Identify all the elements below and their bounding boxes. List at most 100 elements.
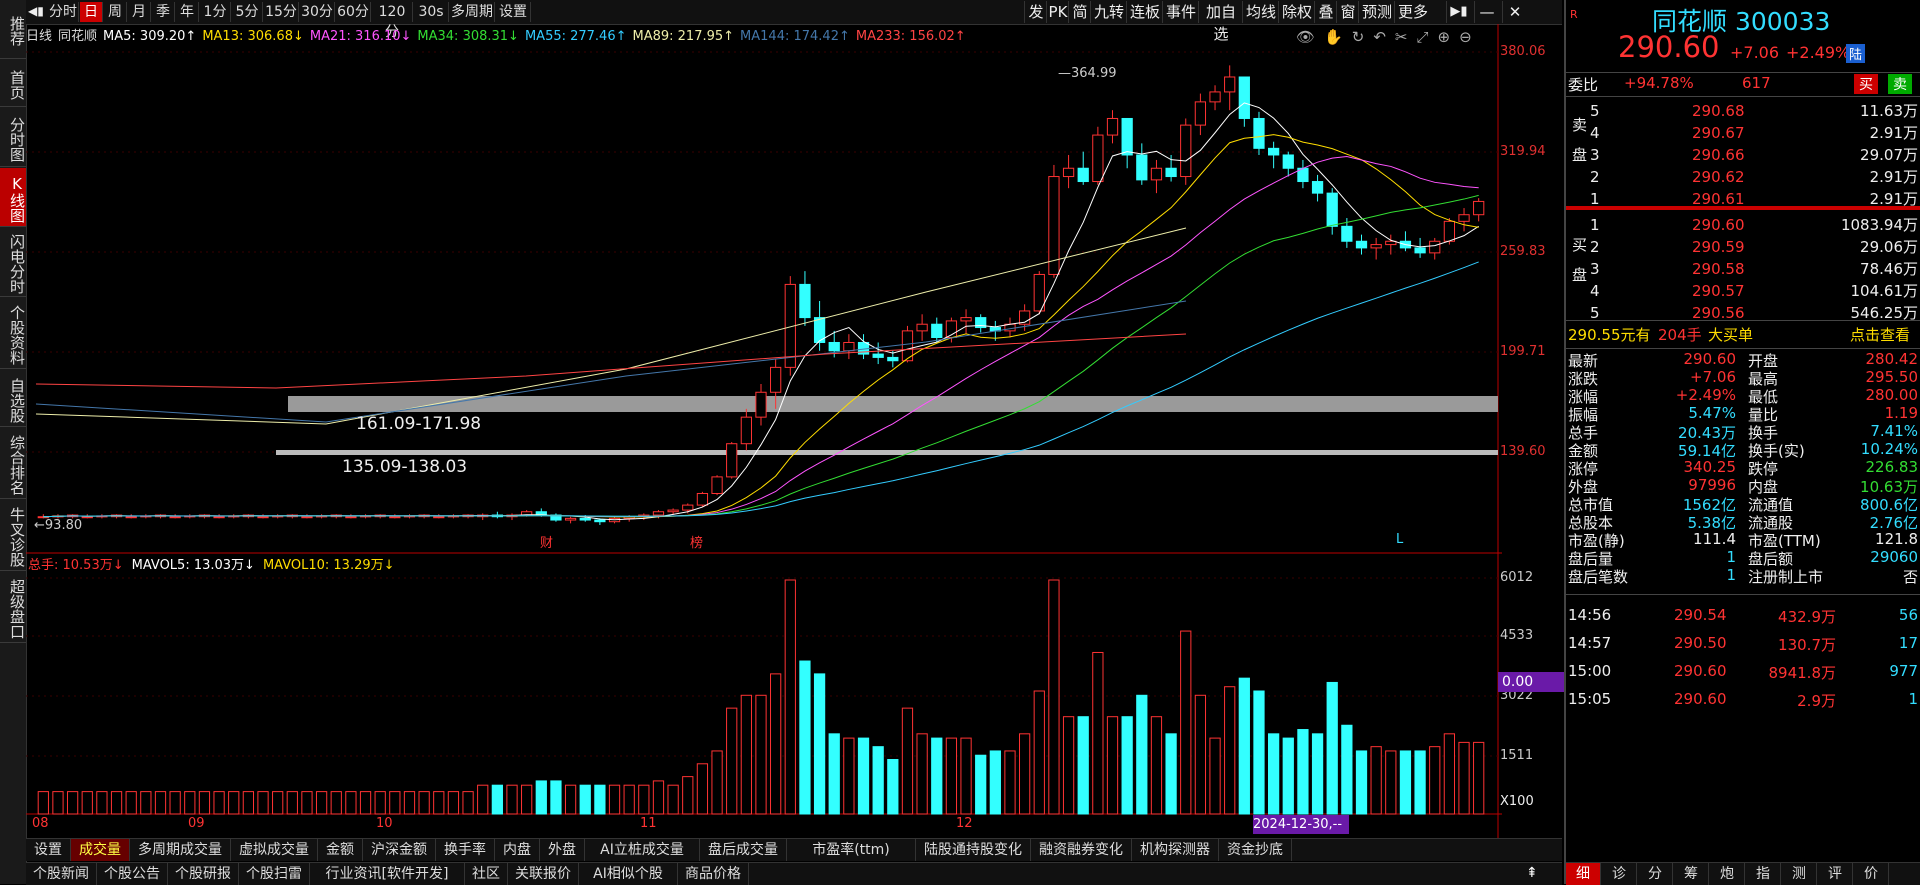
toolbar-item-8[interactable]: 除权 xyxy=(1278,1,1315,23)
panel-tab-0[interactable]: 细 xyxy=(1566,863,1601,885)
tick-volume-3: 2.9万 xyxy=(1797,692,1836,710)
period-12[interactable]: 30s xyxy=(414,2,449,22)
left-nav: 推荐 首页 分时图 K线图 闪电分时 个股资料 自选股 综合排名 牛叉诊股 超级盘口 xyxy=(0,0,27,884)
toolbar-item-4[interactable]: 连板 xyxy=(1126,1,1163,23)
scroll-top-icon[interactable]: ⇞ xyxy=(1526,865,1538,881)
marker-bang[interactable]: 榜 xyxy=(690,532,703,551)
indicator-tab-8[interactable]: 外盘 xyxy=(540,839,585,861)
marker-cai[interactable]: 财 xyxy=(540,532,553,551)
kline-chart[interactable] xyxy=(26,24,1502,838)
tick-count-2: 977 xyxy=(1889,662,1918,680)
big-order-view-link[interactable]: 点击查看 xyxy=(1850,324,1910,346)
ma21-line xyxy=(43,156,1479,518)
period-1[interactable]: 日 xyxy=(80,2,103,22)
sell-button[interactable]: 卖 xyxy=(1888,74,1912,94)
candle xyxy=(1253,111,1265,155)
volume-bar xyxy=(1253,690,1265,815)
hk-connect-badge[interactable]: 陆 xyxy=(1846,44,1866,63)
panel-tab-7[interactable]: 评 xyxy=(1818,863,1853,885)
collapse-arrow-icon[interactable]: ◀▮ xyxy=(28,4,44,18)
indicator-tabs: 设置 成交量 多周期成交量 虚拟成交量 金额 沪深金额 换手率 内盘 外盘 AI立桩成交量 盘后成交… xyxy=(26,838,1562,861)
info-link-2[interactable]: 个股研报 xyxy=(168,863,239,885)
period-13[interactable]: 多周期 xyxy=(450,2,495,22)
info-link-4[interactable]: 行业资讯[软件开发] xyxy=(310,863,465,885)
indicator-tab-9[interactable]: AI立桩成交量 xyxy=(585,839,700,861)
toolbar-item-12[interactable]: 更多 xyxy=(1394,1,1431,23)
toolbar-item-5[interactable]: 事件 xyxy=(1162,1,1199,23)
candle xyxy=(1473,198,1485,222)
nav-item-3[interactable]: K线图 xyxy=(0,168,26,227)
panel-tab-3[interactable]: 筹 xyxy=(1674,863,1709,885)
panel-tab-5[interactable]: 指 xyxy=(1746,863,1781,885)
info-link-3[interactable]: 个股扫雷 xyxy=(239,863,310,885)
big-order-bar[interactable]: 290.55元有 204手 大买单 点击查看 xyxy=(1566,324,1920,346)
period-14[interactable]: 设置 xyxy=(496,2,531,22)
tick-count-1: 17 xyxy=(1898,634,1918,652)
indicator-tab-3[interactable]: 虚拟成交量 xyxy=(231,839,318,861)
nav-item-9[interactable]: 超级盘口 xyxy=(0,572,26,643)
minimize-icon[interactable]: — xyxy=(1474,1,1499,23)
nav-item-4[interactable]: 闪电分时 xyxy=(0,228,26,297)
period-5[interactable]: 年 xyxy=(176,2,199,22)
nav-item-8[interactable]: 牛叉诊股 xyxy=(0,500,26,571)
indicator-tab-12[interactable]: 陆股通持股变化 xyxy=(916,839,1031,861)
toolbar-item-3[interactable]: 九转 xyxy=(1090,1,1127,23)
nav-item-0[interactable]: 推荐 xyxy=(0,0,26,59)
nav-item-1[interactable]: 首页 xyxy=(0,60,26,107)
period-8[interactable]: 15分 xyxy=(264,2,299,22)
indicator-tab-1[interactable]: 成交量 xyxy=(71,839,130,861)
period-7[interactable]: 5分 xyxy=(232,2,263,22)
info-link-6[interactable]: 关联报价 xyxy=(508,863,579,885)
info-link-0[interactable]: 个股新闻 xyxy=(26,863,97,885)
toolbar-item-1[interactable]: PK xyxy=(1046,1,1069,23)
nav-item-6[interactable]: 自选股 xyxy=(0,370,26,427)
panel-tab-4[interactable]: 炮 xyxy=(1710,863,1745,885)
volume-bar xyxy=(1180,630,1192,815)
toolbar-item-10[interactable]: 窗 xyxy=(1336,1,1359,23)
indicator-tab-13[interactable]: 融资融券变化 xyxy=(1031,839,1132,861)
indicator-tab-10[interactable]: 盘后成交量 xyxy=(700,839,787,861)
panel-tab-1[interactable]: 诊 xyxy=(1602,863,1637,885)
nav-item-7[interactable]: 综合排名 xyxy=(0,428,26,499)
indicator-tab-11[interactable]: 市盈率(ttm) xyxy=(787,839,916,861)
info-link-1[interactable]: 个股公告 xyxy=(97,863,168,885)
marker-l[interactable]: L xyxy=(1396,532,1403,547)
nav-item-5[interactable]: 个股资料 xyxy=(0,298,26,369)
nav-item-2[interactable]: 分时图 xyxy=(0,108,26,167)
period-0[interactable]: 分时 xyxy=(48,2,79,22)
toolbar-item-2[interactable]: 简 xyxy=(1068,1,1091,23)
period-10[interactable]: 60分 xyxy=(336,2,371,22)
price-tick-1: 319.94 xyxy=(1500,144,1546,159)
period-11[interactable]: 120分 xyxy=(372,2,413,40)
period-2[interactable]: 周 xyxy=(104,2,127,22)
buy-button[interactable]: 买 xyxy=(1854,74,1878,94)
indicator-tab-6[interactable]: 换手率 xyxy=(436,839,495,861)
indicator-tab-4[interactable]: 金额 xyxy=(318,839,363,861)
toolbar-item-11[interactable]: 预测 xyxy=(1358,1,1395,23)
toolbar-item-0[interactable]: 发 xyxy=(1024,1,1047,23)
toolbar-item-7[interactable]: 均线 xyxy=(1242,1,1279,23)
indicator-tab-7[interactable]: 内盘 xyxy=(495,839,540,861)
toolbar-item-6[interactable]: 加自选 xyxy=(1198,1,1243,43)
panel-toggle-icon[interactable]: ▶▮ xyxy=(1446,1,1471,23)
volume-bar xyxy=(667,784,679,815)
panel-tab-6[interactable]: 测 xyxy=(1782,863,1817,885)
tick-count-0: 56 xyxy=(1898,606,1918,624)
period-4[interactable]: 季 xyxy=(152,2,175,22)
info-link-5[interactable]: 社区 xyxy=(465,863,508,885)
close-icon[interactable]: ✕ xyxy=(1502,1,1527,23)
info-link-8[interactable]: 商品价格 xyxy=(678,863,749,885)
indicator-tab-2[interactable]: 多周期成交量 xyxy=(130,839,231,861)
info-link-7[interactable]: AI相似个股 xyxy=(579,863,678,885)
volume-bar xyxy=(1106,716,1119,815)
toolbar-item-9[interactable]: 叠 xyxy=(1314,1,1337,23)
panel-tab-2[interactable]: 分 xyxy=(1638,863,1673,885)
indicator-tab-14[interactable]: 机构探测器 xyxy=(1132,839,1219,861)
period-6[interactable]: 1分 xyxy=(200,2,231,22)
panel-tab-8[interactable]: 价 xyxy=(1854,863,1889,885)
period-3[interactable]: 月 xyxy=(128,2,151,22)
indicator-tab-0[interactable]: 设置 xyxy=(26,839,71,861)
period-9[interactable]: 30分 xyxy=(300,2,335,22)
indicator-tab-15[interactable]: 资金抄底 xyxy=(1219,839,1292,861)
indicator-tab-5[interactable]: 沪深金额 xyxy=(363,839,436,861)
